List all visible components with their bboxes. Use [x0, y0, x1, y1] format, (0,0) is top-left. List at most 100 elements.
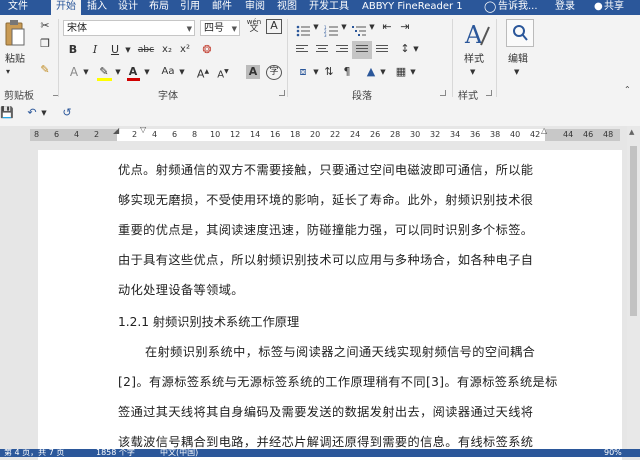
decrease-indent-icon[interactable]: ⇤ [380, 20, 394, 34]
ruler-tick: 36 [470, 130, 481, 139]
font-size-value: 四号 [204, 23, 224, 34]
chevron-down-icon[interactable]: ▼ [368, 20, 376, 34]
tab-design[interactable]: 设计 [118, 0, 138, 15]
subscript-button[interactable]: x₂ [160, 43, 174, 57]
redo-icon[interactable]: ↺ [60, 106, 74, 120]
chevron-down-icon[interactable]: ▼ [470, 65, 475, 79]
clear-formatting-icon[interactable]: ❂ [200, 43, 214, 57]
font-size-select[interactable]: 四号 ▼ [200, 20, 240, 36]
horizontal-ruler[interactable]: 8 6 4 2 ◢ ▽ 2 4 6 8 10 12 14 16 18 20 22… [0, 125, 640, 144]
paste-button[interactable] [4, 19, 26, 49]
highlight-color-bar [97, 78, 112, 81]
character-border-button[interactable]: A [266, 19, 282, 34]
underline-button[interactable]: U [108, 43, 122, 57]
body-line: 在射频识别系统中，标签与阅读器之间通天线实现射频信号的空间耦合 [145, 345, 536, 359]
share-button[interactable]: 共享 [604, 0, 624, 15]
zoom-level[interactable]: 90% [604, 449, 622, 457]
styles-button[interactable]: A [463, 19, 491, 51]
chevron-down-icon[interactable]: ▼ [412, 42, 420, 56]
numbering-icon[interactable]: 123 [324, 22, 338, 38]
paragraph-launcher-icon[interactable] [440, 90, 446, 96]
caret-up-icon: ▲ [204, 68, 210, 75]
chevron-down-icon[interactable]: ▼ [379, 65, 387, 79]
multilevel-list-icon[interactable] [352, 22, 366, 36]
svg-text:3: 3 [324, 33, 327, 37]
login-link[interactable]: 登录 [555, 0, 575, 15]
change-case-button[interactable]: Aa [158, 65, 178, 79]
chevron-down-icon[interactable]: ▼ [312, 20, 320, 34]
tab-layout[interactable]: 布局 [149, 0, 169, 15]
tab-mailings[interactable]: 邮件 [212, 0, 232, 15]
superscript-button[interactable]: x² [178, 43, 192, 57]
grow-font-button[interactable]: A▲ [196, 65, 210, 81]
vertical-scrollbar[interactable]: ▲ [627, 126, 640, 449]
font-family-select[interactable]: 宋体 ▼ [63, 20, 195, 36]
shrink-font-button[interactable]: A▼ [216, 65, 230, 80]
first-line-indent-marker[interactable]: ▽ [140, 125, 146, 134]
language-indicator[interactable]: 中文(中国) [160, 449, 198, 457]
ruler-tick: 30 [410, 130, 421, 139]
page-count[interactable]: 第 4 页，共 7 页 [4, 449, 64, 457]
chevron-down-icon[interactable]: ▼ [143, 65, 151, 79]
phonetic-guide-button[interactable]: wén 文 [245, 19, 263, 35]
styles-icon: A [464, 21, 490, 49]
line-spacing-icon[interactable]: ↕ [398, 42, 412, 56]
chevron-down-icon[interactable]: ▼ [178, 65, 186, 79]
chevron-down-icon[interactable]: ▼ [409, 65, 417, 79]
chinese-layout-icon[interactable]: ⧈ [296, 65, 310, 79]
tab-references[interactable]: 引用 [180, 0, 200, 15]
chevron-down-icon[interactable]: ▼ [340, 20, 348, 34]
tell-me-input[interactable]: 告诉我... [498, 0, 538, 15]
justify-button[interactable] [352, 41, 372, 59]
bold-button[interactable]: B [66, 43, 80, 57]
save-icon[interactable]: 💾 [0, 106, 14, 120]
right-indent-marker[interactable]: △ [541, 126, 547, 135]
strikethrough-button[interactable]: abc [136, 43, 156, 57]
chevron-down-icon[interactable]: ▼ [114, 65, 122, 79]
format-painter-icon[interactable]: ✎ [38, 63, 52, 77]
scrollbar-thumb[interactable] [630, 146, 637, 316]
highlighter-icon: ✎ [99, 65, 109, 78]
copy-icon[interactable]: ❐ [38, 37, 52, 51]
styles-launcher-icon[interactable] [486, 90, 492, 96]
ruler-tick: 18 [290, 130, 301, 139]
tab-developer[interactable]: 开发工具 [309, 0, 349, 15]
find-button[interactable] [506, 19, 534, 47]
left-indent-marker[interactable]: ◢ [113, 126, 119, 135]
font-color-button[interactable]: A [126, 65, 142, 81]
tab-insert[interactable]: 插入 [87, 0, 107, 15]
chevron-down-icon[interactable]: ▼ [312, 65, 320, 79]
collapse-ribbon-icon[interactable]: ⌃ [624, 83, 631, 97]
undo-icon[interactable]: ↶ [26, 106, 38, 120]
borders-icon[interactable]: ▦ [394, 65, 408, 79]
cut-icon[interactable]: ✂ [38, 19, 52, 33]
tab-view[interactable]: 视图 [277, 0, 297, 15]
body-line: 该载波信号耦合到电路，并经芯片解调还原得到需要的信息。有线标签系统 [118, 435, 534, 449]
word-count[interactable]: 1858 个字 [96, 449, 135, 457]
character-shading-icon[interactable]: A [246, 65, 260, 79]
text-effects-icon[interactable]: A [66, 65, 82, 79]
scroll-up-icon[interactable]: ▲ [629, 128, 634, 136]
tab-file[interactable]: 文件 [8, 0, 28, 15]
tab-home[interactable]: 开始 [51, 0, 81, 15]
chevron-down-icon[interactable]: ▼ [40, 106, 48, 120]
shading-icon[interactable]: ▲ [364, 65, 378, 79]
chevron-down-icon: ▼ [186, 25, 192, 33]
bullets-icon[interactable] [296, 22, 310, 37]
sort-icon[interactable]: ⇅ [322, 65, 336, 79]
enclose-characters-icon[interactable]: 字 [266, 65, 282, 80]
chevron-down-icon[interactable]: ▼ [124, 43, 132, 57]
menu-bar: 文件 开始 插入 设计 布局 引用 邮件 审阅 视图 开发工具 ABBYY Fi… [0, 0, 640, 15]
italic-button[interactable]: I [88, 43, 102, 57]
highlight-button[interactable]: ✎ [96, 65, 114, 81]
chevron-down-icon[interactable]: ▼ [82, 65, 90, 79]
document-page[interactable]: 优点。射频通信的双方不需要接触，只要通过空间电磁波即可通信，所以能 够实现无磨损… [38, 150, 622, 460]
paste-dropdown-icon[interactable]: ▾ [6, 65, 10, 79]
font-launcher-icon[interactable] [279, 90, 285, 96]
tab-review[interactable]: 审阅 [245, 0, 265, 15]
lightbulb-icon: ◯ [484, 0, 497, 13]
tab-abbyy[interactable]: ABBYY FineReader 1 [362, 0, 463, 15]
increase-indent-icon[interactable]: ⇥ [398, 20, 412, 34]
show-marks-icon[interactable]: ¶ [340, 65, 354, 79]
chevron-down-icon[interactable]: ▼ [514, 65, 519, 79]
